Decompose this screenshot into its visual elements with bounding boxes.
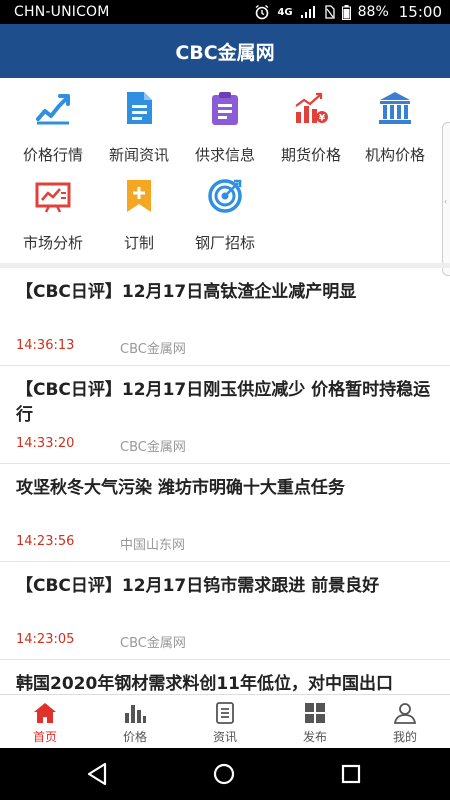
app-header: CBC金属网 — [0, 24, 450, 78]
news-source: CBC金属网 — [120, 440, 186, 455]
grid-item-label: 机构价格 — [364, 146, 425, 164]
back-icon[interactable] — [86, 762, 108, 786]
tab-label: 我的 — [392, 730, 417, 744]
grid-item-label: 市场分析 — [22, 234, 83, 252]
grid-item-supply-demand[interactable]: 供求信息 — [180, 78, 270, 164]
news-time: 14:36:13 — [16, 338, 75, 353]
document-icon — [216, 702, 234, 724]
tab-label: 资讯 — [212, 730, 237, 744]
bar-chart-icon — [125, 705, 146, 723]
news-item[interactable]: 【CBC日评】12月17日刚玉供应减少 价格暂时持稳运行 14:33:20 CB… — [0, 366, 450, 464]
news-source: CBC金属网 — [120, 636, 186, 651]
news-title: 攻坚秋冬大气污染 潍坊市明确十大重点任务 — [16, 478, 345, 498]
tab-label: 首页 — [32, 730, 57, 744]
grid-item-label: 价格行情 — [22, 146, 83, 164]
clock: 15:00 — [398, 3, 442, 21]
grid-item-steel-bidding[interactable]: 钢厂招标 — [180, 166, 270, 252]
news-document-icon — [127, 92, 152, 124]
signal-icon — [300, 6, 315, 18]
grid-item-label: 期货价格 — [280, 146, 341, 164]
page-title: CBC金属网 — [175, 41, 275, 64]
news-time: 14:23:05 — [16, 632, 75, 647]
news-item[interactable]: 韩国2020年钢材需求料创11年低位，对中国出口 — [0, 660, 450, 694]
news-item[interactable]: 【CBC日评】12月17日高钛渣企业减产明显 14:36:13 CBC金属网 — [0, 268, 450, 366]
grid-item-market-analysis[interactable]: 市场分析 — [8, 166, 98, 252]
subscribe-bookmark-icon — [127, 180, 151, 212]
news-title: 【CBC日评】12月17日钨市需求跟进 前景良好 — [16, 576, 380, 596]
market-analysis-icon — [35, 182, 71, 213]
tab-publish[interactable]: 发布 — [270, 695, 360, 749]
battery-icon — [341, 4, 351, 20]
news-title: 【CBC日评】12月17日高钛渣企业减产明显 — [16, 282, 357, 302]
alarm-icon — [256, 4, 269, 20]
svg-text:¥: ¥ — [319, 114, 326, 124]
user-icon — [393, 703, 417, 724]
tab-home[interactable]: 首页 — [0, 695, 90, 749]
news-source: 中国山东网 — [120, 538, 186, 553]
tab-label: 发布 — [302, 730, 327, 744]
grid-item-label: 新闻资讯 — [108, 146, 169, 164]
news-time: 14:33:20 — [16, 436, 75, 451]
grid-item-institution-price[interactable]: 机构价格 — [350, 78, 440, 164]
institution-icon — [379, 92, 411, 124]
home-icon — [34, 703, 56, 723]
grid-item-futures[interactable]: ¥ 期货价格 — [266, 78, 356, 164]
news-list: 【CBC日评】12月17日高钛渣企业减产明显 14:36:13 CBC金属网 【… — [0, 268, 450, 694]
network-type: 4G — [277, 6, 293, 18]
carrier-name: CHN-UNICOM — [14, 4, 110, 20]
home-circle-icon[interactable] — [213, 763, 235, 785]
grid-item-price-quotes[interactable]: 价格行情 — [8, 78, 98, 164]
grid-item-label: 供求信息 — [194, 146, 255, 164]
side-drawer-handle[interactable]: ‹ — [442, 122, 450, 276]
system-nav-bar — [0, 748, 450, 800]
news-item[interactable]: 攻坚秋冬大气污染 潍坊市明确十大重点任务 14:23:56 中国山东网 — [0, 464, 450, 562]
tab-label: 价格 — [122, 730, 147, 744]
news-time: 14:23:56 — [16, 534, 75, 549]
recents-icon[interactable] — [341, 764, 361, 784]
target-icon — [208, 179, 242, 213]
news-source: CBC金属网 — [120, 342, 186, 357]
no-sim-icon — [324, 5, 335, 19]
grid-item-label: 订制 — [123, 234, 154, 252]
grid-icon — [305, 703, 325, 723]
app-screen: CHN-UNICOM 4G 88% 15:00 CBC金属网 价格行情 新闻资讯… — [0, 0, 450, 800]
bottom-tab-bar: 首页 价格 资讯 发布 我的 — [0, 694, 450, 748]
news-item[interactable]: 【CBC日评】12月17日钨市需求跟进 前景良好 14:23:05 CBC金属网 — [0, 562, 450, 660]
grid-item-news[interactable]: 新闻资讯 — [94, 78, 184, 164]
price-chart-icon — [36, 94, 70, 125]
tab-news[interactable]: 资讯 — [180, 695, 270, 749]
battery-level: 88% — [357, 4, 389, 20]
news-title: 韩国2020年钢材需求料创11年低位，对中国出口 — [16, 674, 393, 694]
grid-item-label: 钢厂招标 — [194, 234, 255, 252]
tab-profile[interactable]: 我的 — [360, 695, 450, 749]
futures-bars-icon: ¥ — [295, 92, 328, 124]
clipboard-icon — [212, 92, 238, 125]
grid-item-subscribe[interactable]: 订制 — [94, 166, 184, 252]
status-bar: CHN-UNICOM 4G 88% 15:00 — [0, 0, 450, 24]
status-icons: 4G 88% 15:00 — [254, 3, 442, 21]
handle-chevron-icon: ‹ — [444, 197, 448, 206]
feature-grid: 价格行情 新闻资讯 供求信息 ¥ 期货价格 机构价格 市场分析 订制 钢厂招标 — [0, 78, 450, 263]
tab-price[interactable]: 价格 — [90, 695, 180, 749]
news-title: 【CBC日评】12月17日刚玉供应减少 价格暂时持稳运行 — [16, 380, 431, 425]
